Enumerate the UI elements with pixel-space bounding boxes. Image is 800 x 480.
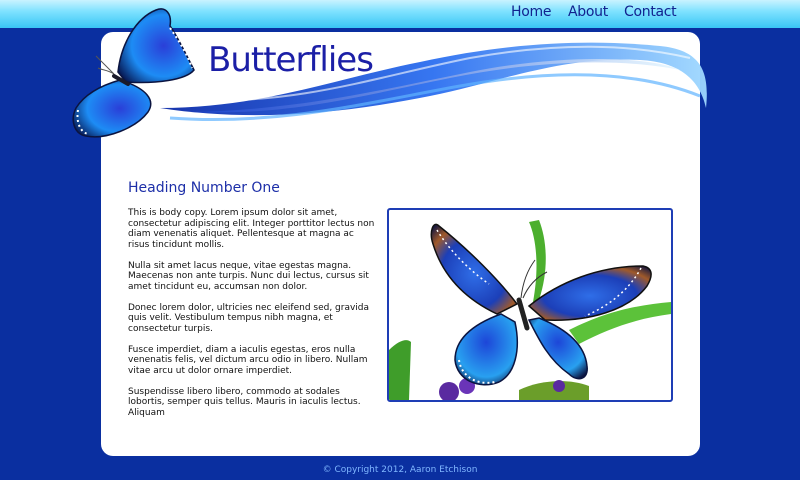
butterfly-photo (387, 208, 673, 402)
butterfly-photo-image (389, 220, 671, 400)
site-title: Butterflies (208, 40, 374, 80)
paragraph: This is body copy. Lorem ipsum dolor sit… (128, 208, 375, 250)
nav-home-link[interactable]: Home (511, 4, 551, 20)
main-nav: Home About Contact (498, 4, 698, 24)
nav-about-link[interactable]: About (568, 4, 608, 20)
paragraph: Donec lorem dolor, ultricies nec eleifen… (128, 302, 370, 334)
paragraph: Fusce imperdiet, diam a iaculis egestas,… (128, 344, 368, 376)
section-heading: Heading Number One (128, 180, 280, 196)
paragraph: Suspendisse libero libero, commodo at so… (128, 386, 361, 418)
body-copy: This is body copy. Lorem ipsum dolor sit… (128, 208, 376, 429)
butterfly-icon (72, 8, 195, 138)
footer-copyright: © Copyright 2012, Aaron Etchison (322, 465, 478, 475)
paragraph: Nulla sit amet lacus neque, vitae egesta… (128, 260, 369, 292)
nav-contact-link[interactable]: Contact (624, 4, 677, 20)
